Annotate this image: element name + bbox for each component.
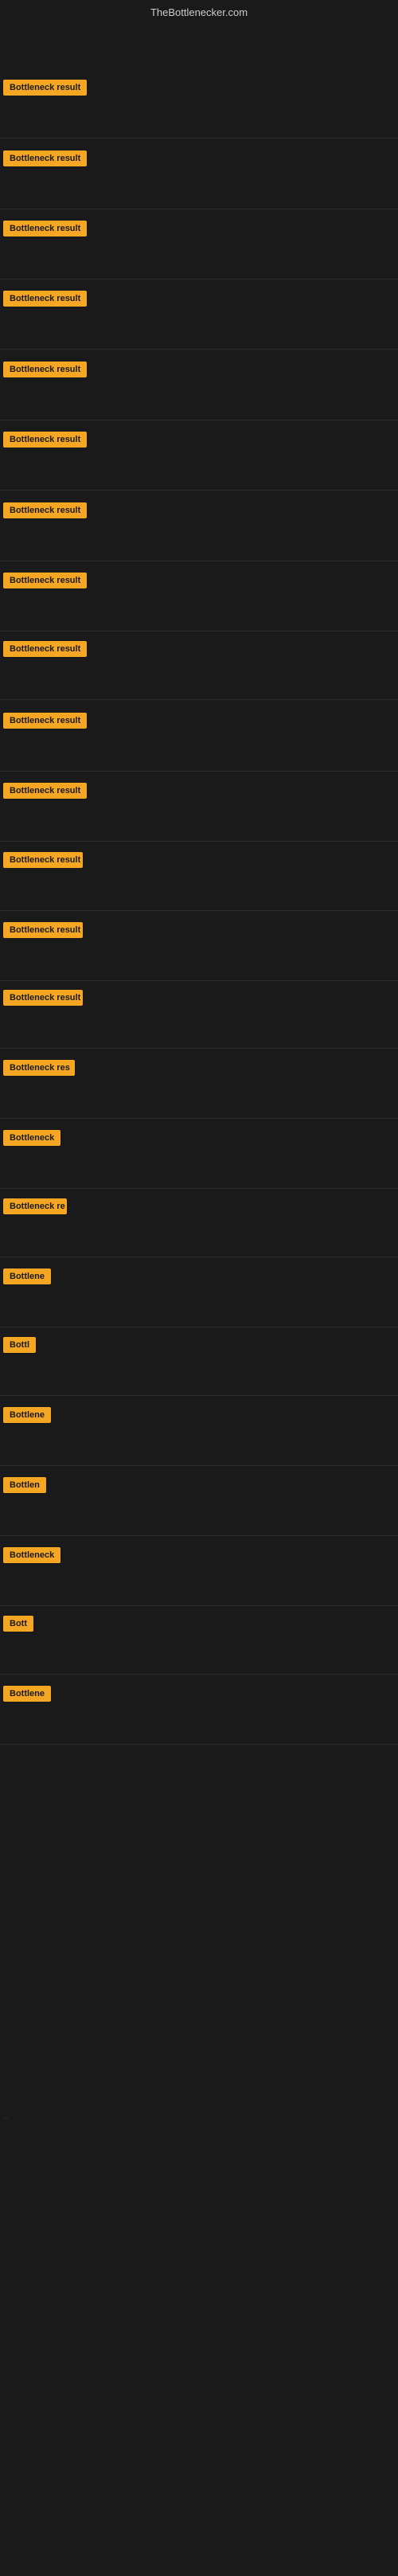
result-section-11: Bottleneck result [0,776,398,842]
bottleneck-badge-2[interactable]: Bottleneck result [3,150,87,166]
result-section-3: Bottleneck result [0,214,398,279]
bottleneck-badge-22[interactable]: Bottleneck [3,1547,60,1563]
bottleneck-badge-16[interactable]: Bottleneck [3,1130,60,1146]
result-section-12: Bottleneck result [0,846,398,911]
bottleneck-badge-24[interactable]: Bottlene [3,1686,51,1702]
bottleneck-badge-15[interactable]: Bottleneck res [3,1060,75,1076]
result-section-9: Bottleneck result [0,635,398,700]
result-section-17: Bottleneck re [0,1192,398,1257]
result-section-14: Bottleneck result [0,983,398,1049]
result-section-22: Bottleneck [0,1541,398,1606]
site-title: TheBottlenecker.com [150,6,248,18]
bottleneck-badge-11[interactable]: Bottleneck result [3,783,87,799]
bottleneck-badge-13[interactable]: Bottleneck result [3,922,83,938]
result-section-18: Bottlene [0,1262,398,1327]
result-section-24: Bottlene [0,1679,398,1745]
result-section-16: Bottleneck [0,1124,398,1189]
result-section-20: Bottlene [0,1401,398,1466]
tiny-text: ... [3,2114,8,2120]
bottleneck-badge-12[interactable]: Bottleneck result [3,852,83,868]
result-section-15: Bottleneck res [0,1053,398,1119]
bottleneck-badge-10[interactable]: Bottleneck result [3,713,87,729]
result-section-7: Bottleneck result [0,496,398,561]
result-section-19: Bottl [0,1331,398,1396]
bottleneck-badge-17[interactable]: Bottleneck re [3,1198,67,1214]
result-section-13: Bottleneck result [0,916,398,981]
bottleneck-badge-9[interactable]: Bottleneck result [3,641,87,657]
bottleneck-badge-7[interactable]: Bottleneck result [3,502,87,518]
bottleneck-badge-1[interactable]: Bottleneck result [3,80,87,96]
bottleneck-badge-20[interactable]: Bottlene [3,1407,51,1423]
bottleneck-badge-23[interactable]: Bott [3,1616,33,1632]
bottleneck-badge-5[interactable]: Bottleneck result [3,362,87,377]
bottleneck-badge-18[interactable]: Bottlene [3,1268,51,1284]
result-section-1: Bottleneck result [0,73,398,139]
result-section-6: Bottleneck result [0,425,398,491]
result-section-8: Bottleneck result [0,566,398,631]
result-section-4: Bottleneck result [0,284,398,350]
bottleneck-badge-6[interactable]: Bottleneck result [3,432,87,448]
result-section-10: Bottleneck result [0,706,398,772]
site-header: TheBottlenecker.com [0,0,398,28]
bottleneck-badge-19[interactable]: Bottl [3,1337,36,1353]
bottleneck-badge-3[interactable]: Bottleneck result [3,221,87,236]
result-section-2: Bottleneck result [0,144,398,209]
bottleneck-badge-4[interactable]: Bottleneck result [3,291,87,307]
bottleneck-badge-14[interactable]: Bottleneck result [3,990,83,1006]
result-section-23: Bott [0,1609,398,1675]
result-section-5: Bottleneck result [0,355,398,420]
bottleneck-badge-21[interactable]: Bottlen [3,1477,46,1493]
bottleneck-badge-8[interactable]: Bottleneck result [3,573,87,588]
result-section-21: Bottlen [0,1471,398,1536]
